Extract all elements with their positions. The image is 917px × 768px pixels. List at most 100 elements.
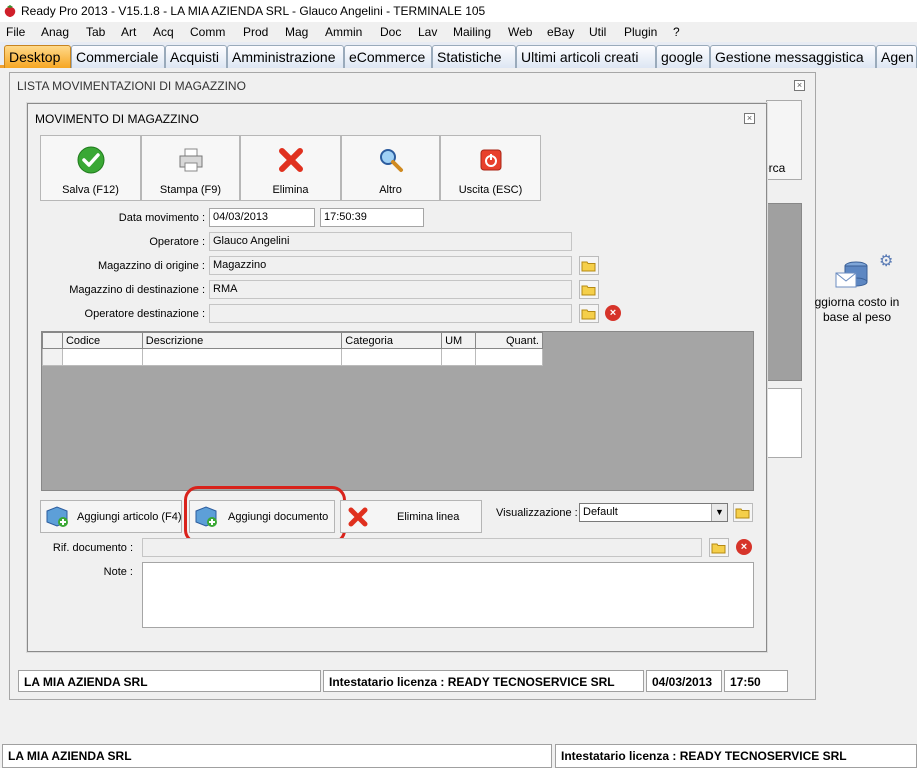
date-field[interactable]: 04/03/2013	[209, 208, 315, 227]
menu-util[interactable]: Util	[589, 25, 606, 39]
main-status-license: Intestatario licenza : READY TECNOSERVIC…	[555, 744, 917, 768]
table-cell[interactable]	[341, 348, 443, 366]
notes-textarea[interactable]	[142, 562, 754, 628]
delete-button[interactable]: Elimina	[240, 135, 341, 201]
tab-statistiche[interactable]: Statistiche	[432, 45, 516, 68]
operator-label: Operatore :	[149, 236, 205, 248]
dest-operator-clear-icon[interactable]: ×	[605, 305, 621, 321]
tab-ecommerce[interactable]: eCommerce	[344, 45, 432, 68]
view-folder-icon[interactable]	[733, 503, 753, 522]
dest-warehouse-label: Magazzino di destinazione :	[69, 284, 205, 296]
tab-amministrazione[interactable]: Amministrazione	[227, 45, 344, 68]
operator-field: Glauco Angelini	[209, 232, 572, 251]
update-cost-label-line1: ggiorna costo in	[814, 295, 900, 309]
delete-label: Elimina	[272, 184, 309, 196]
dest-warehouse-field: RMA	[209, 280, 572, 299]
items-grid-table: Codice Descrizione Categoria UM Quant.	[42, 332, 543, 366]
doc-ref-clear-icon[interactable]: ×	[736, 539, 752, 555]
exit-button[interactable]: Uscita (ESC)	[440, 135, 541, 201]
exit-label: Uscita (ESC)	[458, 184, 523, 196]
menu-ebay[interactable]: eBay	[547, 25, 574, 39]
table-cell[interactable]	[475, 348, 543, 366]
menu-comm[interactable]: Comm	[190, 25, 225, 39]
dest-folder-icon[interactable]	[579, 280, 599, 299]
origin-folder-icon[interactable]	[579, 256, 599, 275]
highlight-oval	[184, 486, 346, 544]
grid-col-quant[interactable]: Quant.	[475, 332, 543, 349]
view-label: Visualizzazione :	[496, 507, 578, 519]
doc-ref-folder-icon[interactable]	[709, 538, 729, 557]
tab-bar: Desktop Commerciale Acquisti Amministraz…	[0, 42, 917, 68]
menu-mag[interactable]: Mag	[285, 25, 308, 39]
print-label: Stampa (F9)	[159, 184, 222, 196]
other-label: Altro	[379, 184, 402, 196]
grid-col-descrizione[interactable]: Descrizione	[141, 332, 343, 349]
doc-ref-label: Rif. documento :	[52, 542, 133, 554]
main-status-bar: LA MIA AZIENDA SRL Intestatario licenza …	[0, 744, 917, 768]
update-cost-label-line2: base al peso	[822, 310, 892, 324]
menu-doc[interactable]: Doc	[380, 25, 401, 39]
add-article-label: Aggiungi articolo (F4)	[77, 511, 182, 523]
list-status-license: Intestatario licenza : READY TECNOSERVIC…	[323, 670, 644, 692]
menu-mailing[interactable]: Mailing	[453, 25, 491, 39]
tab-acquisti[interactable]: Acquisti	[165, 45, 227, 68]
origin-warehouse-field: Magazzino	[209, 256, 572, 275]
view-select[interactable]: Default	[579, 503, 728, 522]
list-status-bar: LA MIA AZIENDA SRL Intestatario licenza …	[18, 670, 808, 692]
menu-help[interactable]: ?	[673, 25, 680, 39]
tab-gestione-messaggistica[interactable]: Gestione messaggistica	[710, 45, 876, 68]
tab-ultimi-articoli[interactable]: Ultimi articoli creati	[516, 45, 656, 68]
doc-ref-field	[142, 538, 702, 557]
menu-acq[interactable]: Acq	[153, 25, 174, 39]
menu-anag[interactable]: Anag	[41, 25, 69, 39]
list-window-title: LISTA MOVIMENTAZIONI DI MAGAZZINO	[17, 79, 246, 93]
dest-operator-folder-icon[interactable]	[579, 304, 599, 323]
dialog-title: MOVIMENTO DI MAGAZZINO	[35, 112, 199, 126]
window-title: Ready Pro 2013 - V15.1.8 - LA MIA AZIEND…	[21, 4, 486, 18]
tab-agenda[interactable]: Agen	[876, 45, 917, 68]
table-cell[interactable]	[61, 348, 143, 366]
other-button[interactable]: Altro	[341, 135, 440, 201]
gear-icon: ⚙	[879, 253, 894, 270]
print-button[interactable]: Stampa (F9)	[141, 135, 240, 201]
table-row[interactable]	[42, 348, 543, 366]
list-status-date: 04/03/2013	[646, 670, 722, 692]
grid-header-row: Codice Descrizione Categoria UM Quant.	[42, 332, 543, 349]
table-cell[interactable]	[441, 348, 477, 366]
tab-commerciale[interactable]: Commerciale	[71, 45, 165, 68]
menu-file[interactable]: File	[6, 25, 25, 39]
tab-google[interactable]: google	[656, 45, 710, 68]
delete-line-button[interactable]: Elimina linea	[340, 500, 482, 533]
menu-art[interactable]: Art	[121, 25, 136, 39]
update-cost-shortcut-icon[interactable]	[834, 256, 870, 292]
list-status-company: LA MIA AZIENDA SRL	[18, 670, 321, 692]
list-status-time: 17:50	[724, 670, 788, 692]
time-field[interactable]: 17:50:39	[320, 208, 424, 227]
menu-web[interactable]: Web	[508, 25, 532, 39]
menu-lav[interactable]: Lav	[418, 25, 437, 39]
row-indicator	[42, 348, 63, 366]
grid-col-um[interactable]: UM	[441, 332, 477, 349]
grid-col-codice[interactable]: Codice	[61, 332, 143, 349]
add-article-button[interactable]: Aggiungi articolo (F4)	[40, 500, 182, 533]
dialog-close-icon[interactable]: ×	[744, 113, 755, 124]
menu-tab[interactable]: Tab	[86, 25, 105, 39]
title-bar: Ready Pro 2013 - V15.1.8 - LA MIA AZIEND…	[0, 0, 917, 22]
save-button[interactable]: Salva (F12)	[40, 135, 141, 201]
chevron-down-icon[interactable]: ▼	[711, 504, 727, 521]
list-close-icon[interactable]: ×	[794, 80, 805, 91]
list-detail-area	[766, 388, 802, 458]
printer-icon	[179, 148, 202, 172]
add-article-icon	[46, 506, 68, 527]
tab-desktop[interactable]: Desktop	[4, 45, 71, 68]
app-strawberry-icon	[4, 5, 16, 17]
menu-ammin[interactable]: Ammin	[325, 25, 362, 39]
menu-prod[interactable]: Prod	[243, 25, 268, 39]
menu-plugin[interactable]: Plugin	[624, 25, 657, 39]
grid-indicator-header	[42, 332, 63, 349]
menu-bar: File Anag Tab Art Acq Comm Prod Mag Ammi…	[0, 22, 917, 42]
table-cell[interactable]	[141, 348, 343, 366]
grid-col-categoria[interactable]: Categoria	[341, 332, 443, 349]
update-cost-shortcut-label[interactable]: ggiorna costo in base al peso	[812, 295, 902, 325]
checkmark-icon	[77, 146, 104, 174]
